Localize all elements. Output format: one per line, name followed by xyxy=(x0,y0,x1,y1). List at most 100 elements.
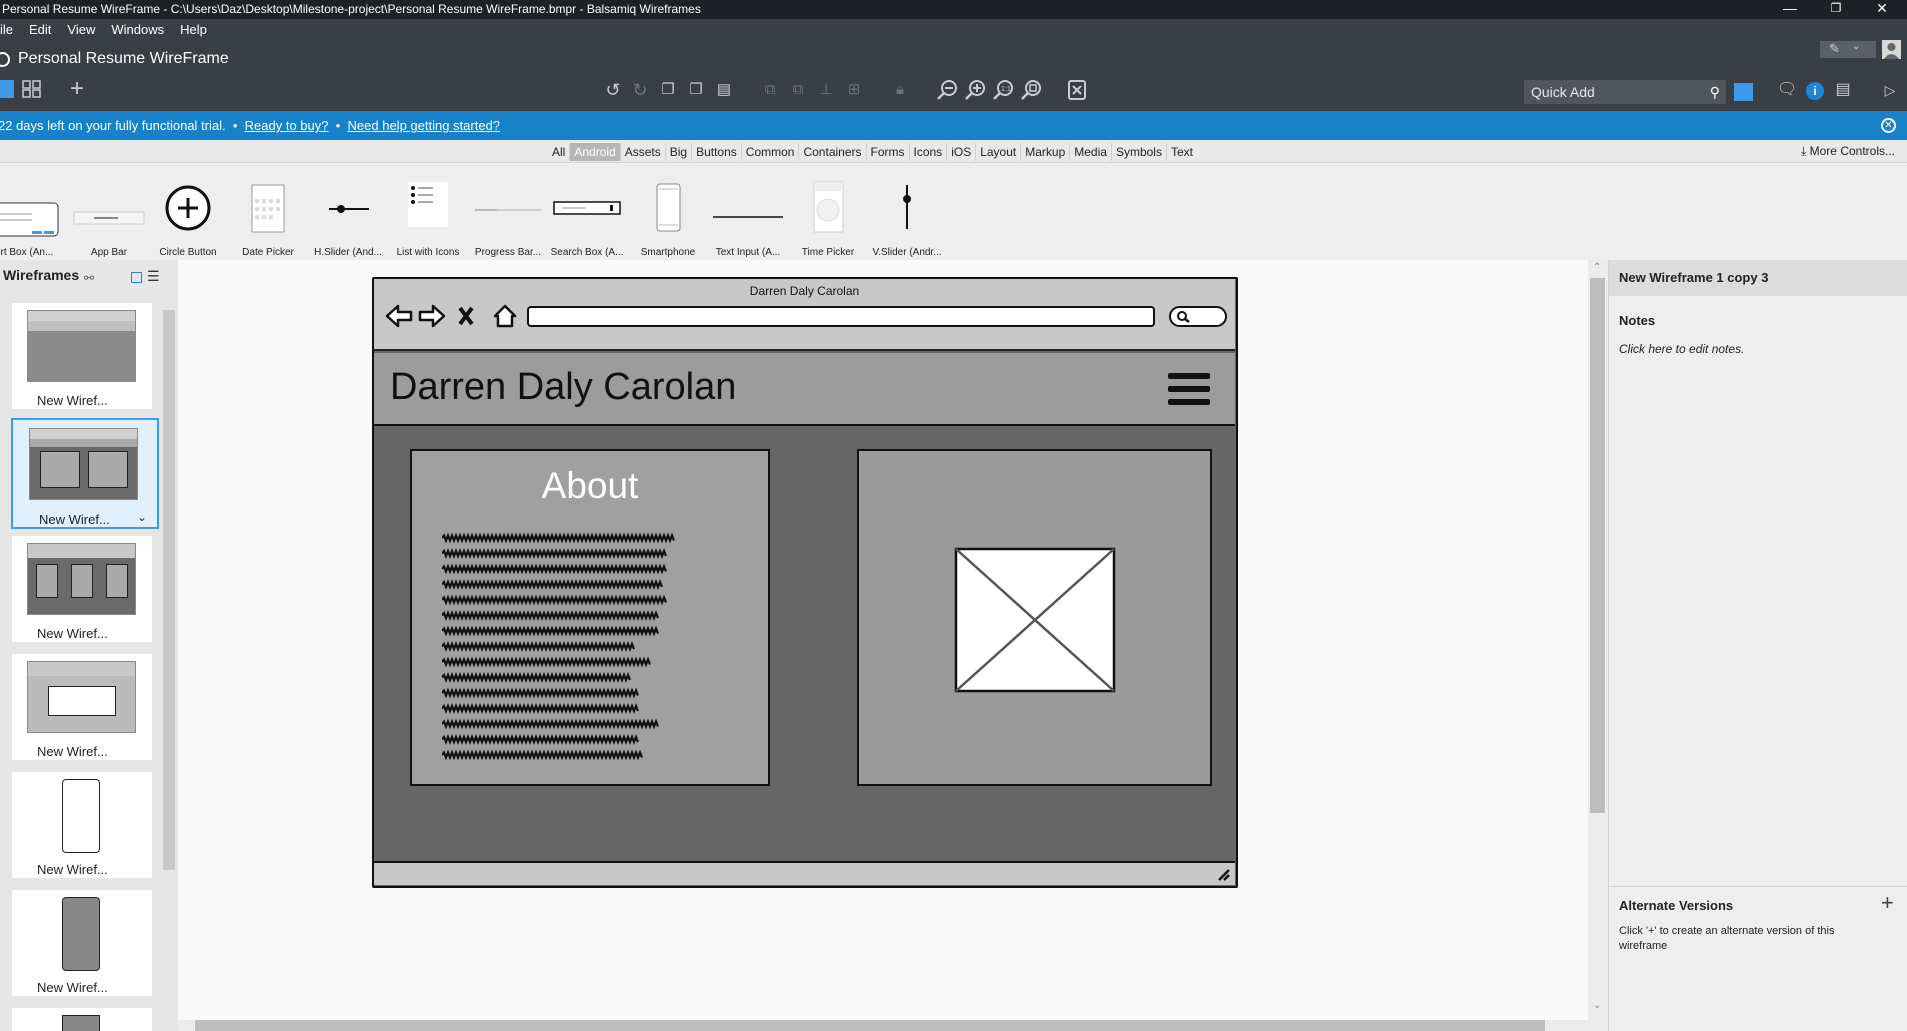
library-item-label: Date Picker xyxy=(242,247,294,258)
browser-chrome: Darren Daly Carolan xyxy=(374,279,1235,351)
zoom-out-icon[interactable] xyxy=(935,79,959,103)
library-item-list-with-icons[interactable]: List with Icons xyxy=(387,177,469,258)
menu-edit[interactable]: Edit xyxy=(21,19,59,41)
wireframes-scrollbar[interactable] xyxy=(161,298,177,1031)
sort-icon[interactable]: ⚯ xyxy=(84,271,94,285)
help-link[interactable]: Need help getting started? xyxy=(348,118,501,133)
canvas-horizontal-scrollbar[interactable] xyxy=(178,1020,1608,1031)
redo-icon[interactable]: ↻ xyxy=(628,79,652,103)
presentation-icon[interactable]: ▷ xyxy=(1878,79,1902,103)
user-avatar-icon[interactable] xyxy=(1882,40,1901,59)
category-tab[interactable]: Assets xyxy=(619,143,665,161)
library-item-smartphone[interactable]: Smartphone xyxy=(627,177,709,258)
notes-icon[interactable]: ▤ xyxy=(1831,79,1855,103)
copy-icon[interactable]: ❐ xyxy=(656,79,680,103)
scroll-down-icon[interactable]: ⌄ xyxy=(1593,1000,1601,1011)
wireframe-thumbnail-selected[interactable]: New Wiref... ⌄ xyxy=(11,418,159,529)
category-tab[interactable]: Markup xyxy=(1020,143,1069,161)
category-tab[interactable]: Big xyxy=(664,143,691,161)
zoom-in-icon[interactable] xyxy=(963,79,987,103)
ungroup-icon[interactable]: ⧉ xyxy=(786,79,810,103)
align-icon[interactable]: ⊥ xyxy=(814,79,838,103)
resize-grip-icon[interactable] xyxy=(1217,868,1231,882)
list-view-icon[interactable]: ☰ xyxy=(147,268,160,285)
chevron-down-icon[interactable]: ⌄ xyxy=(137,510,147,524)
browser-url-bar[interactable] xyxy=(527,306,1155,327)
wireframe-thumbnail[interactable]: New Wiref... xyxy=(12,772,152,878)
library-item-search-box[interactable]: Search Box (A... xyxy=(546,177,628,258)
library-item-progress-bar[interactable]: Progress Bar... xyxy=(467,177,549,258)
library-item-date-picker[interactable]: Date Picker xyxy=(227,177,309,258)
add-wireframe-icon[interactable]: + xyxy=(65,77,89,102)
category-tab[interactable]: Common xyxy=(740,143,799,161)
library-item-alert-box[interactable]: lert Box (An... xyxy=(0,177,64,258)
wireframe-thumbnail[interactable]: New Wiref... xyxy=(12,890,152,996)
library-item-time-picker[interactable]: Time Picker xyxy=(787,177,869,258)
wireframe-thumbnail[interactable]: New Wiref... xyxy=(12,536,152,642)
ready-to-buy-link[interactable]: Ready to buy? xyxy=(245,118,329,133)
quick-add-input[interactable]: Quick Add ⚲ xyxy=(1524,80,1726,104)
scribble-line xyxy=(442,532,676,544)
library-item-label: Time Picker xyxy=(801,247,855,258)
ui-library-icon[interactable] xyxy=(1734,83,1753,101)
wireframe-thumbnail[interactable]: New Wiref... xyxy=(12,654,152,760)
library-item-v-slider[interactable]: V.Slider (Andr... xyxy=(866,177,948,258)
arrange-icon[interactable]: ⊞ xyxy=(842,79,866,103)
category-tab[interactable]: Android xyxy=(569,143,620,161)
browser-wireframe[interactable]: Darren Daly Carolan Darren Daly Carolan … xyxy=(372,277,1238,888)
close-window-button[interactable]: ✕ xyxy=(1859,0,1905,19)
menu-view[interactable]: View xyxy=(59,19,103,41)
category-tab[interactable]: Text xyxy=(1165,143,1197,161)
wireframe-name-heading[interactable]: New Wireframe 1 copy 3 xyxy=(1609,260,1907,296)
undo-icon[interactable]: ↺ xyxy=(601,79,625,103)
scroll-up-icon[interactable]: ⌃ xyxy=(1593,262,1601,273)
comment-icon[interactable]: 🗨︎ xyxy=(1775,79,1799,103)
category-tab[interactable]: Layout xyxy=(975,143,1020,161)
paste-icon[interactable]: ▤ xyxy=(712,79,736,103)
zoom-fit-icon[interactable] xyxy=(1019,79,1043,103)
library-item-app-bar[interactable]: App Bar xyxy=(68,177,150,258)
maximize-button[interactable]: ❐ xyxy=(1813,0,1859,19)
library-item-label: Progress Bar... xyxy=(474,247,542,258)
notes-editor[interactable]: Click here to edit notes. xyxy=(1619,342,1744,356)
more-controls-button[interactable]: ⤓ More Controls... xyxy=(1801,144,1895,159)
wireframe-thumbnail[interactable] xyxy=(12,1008,152,1031)
scrollbar-thumb[interactable] xyxy=(1590,278,1605,813)
category-tab[interactable]: All xyxy=(548,143,569,161)
library-item-h-slider[interactable]: H.Slider (And... xyxy=(307,177,389,258)
wireframe-thumbnail[interactable]: New Wiref... xyxy=(12,303,152,409)
close-banner-icon[interactable]: ✕ xyxy=(1881,118,1896,133)
library-item-circle-button[interactable]: Circle Button xyxy=(147,177,229,258)
menu-windows[interactable]: Windows xyxy=(103,19,172,41)
canvas-vertical-scrollbar[interactable]: ⌃ ⌄ xyxy=(1588,260,1608,1020)
scrollbar-thumb[interactable] xyxy=(163,310,175,870)
minimize-button[interactable]: — xyxy=(1767,0,1813,19)
lock-icon[interactable]: 🔒︎ xyxy=(888,79,912,103)
info-icon[interactable]: i xyxy=(1806,82,1824,100)
actual-size-icon[interactable]: 1:1 xyxy=(991,79,1015,103)
category-tab[interactable]: Media xyxy=(1069,143,1111,161)
single-view-icon[interactable] xyxy=(0,80,14,98)
category-tab[interactable]: Symbols xyxy=(1110,143,1166,161)
add-alternate-button[interactable]: + xyxy=(1881,890,1894,916)
category-tab[interactable]: Containers xyxy=(798,143,865,161)
menu-help[interactable]: Help xyxy=(172,19,215,41)
menu-file[interactable]: ile xyxy=(0,19,21,41)
category-tab[interactable]: Icons xyxy=(908,143,947,161)
category-tab[interactable]: Buttons xyxy=(691,143,741,161)
browser-search-field[interactable] xyxy=(1169,306,1227,327)
category-tab[interactable]: iOS xyxy=(946,143,975,161)
grid-view-icon[interactable] xyxy=(22,80,42,98)
window-title-bar: Personal Resume WireFrame - C:\Users\Daz… xyxy=(0,0,1907,19)
duplicate-icon[interactable]: ❐ xyxy=(684,79,708,103)
library-item-text-input[interactable]: Text Input (A... xyxy=(707,177,789,258)
site-header: Darren Daly Carolan xyxy=(374,353,1235,426)
hamburger-menu-icon[interactable] xyxy=(1168,373,1210,407)
group-icon[interactable]: ⧉ xyxy=(758,79,782,103)
wireframe-preview xyxy=(27,661,136,733)
category-tab[interactable]: Forms xyxy=(865,143,909,161)
scrollbar-thumb[interactable] xyxy=(195,1020,1545,1031)
clear-icon[interactable] xyxy=(1065,79,1089,103)
thumbnail-view-icon[interactable] xyxy=(131,272,142,283)
edit-mode-button[interactable]: ✎ ⌄ xyxy=(1820,41,1876,58)
